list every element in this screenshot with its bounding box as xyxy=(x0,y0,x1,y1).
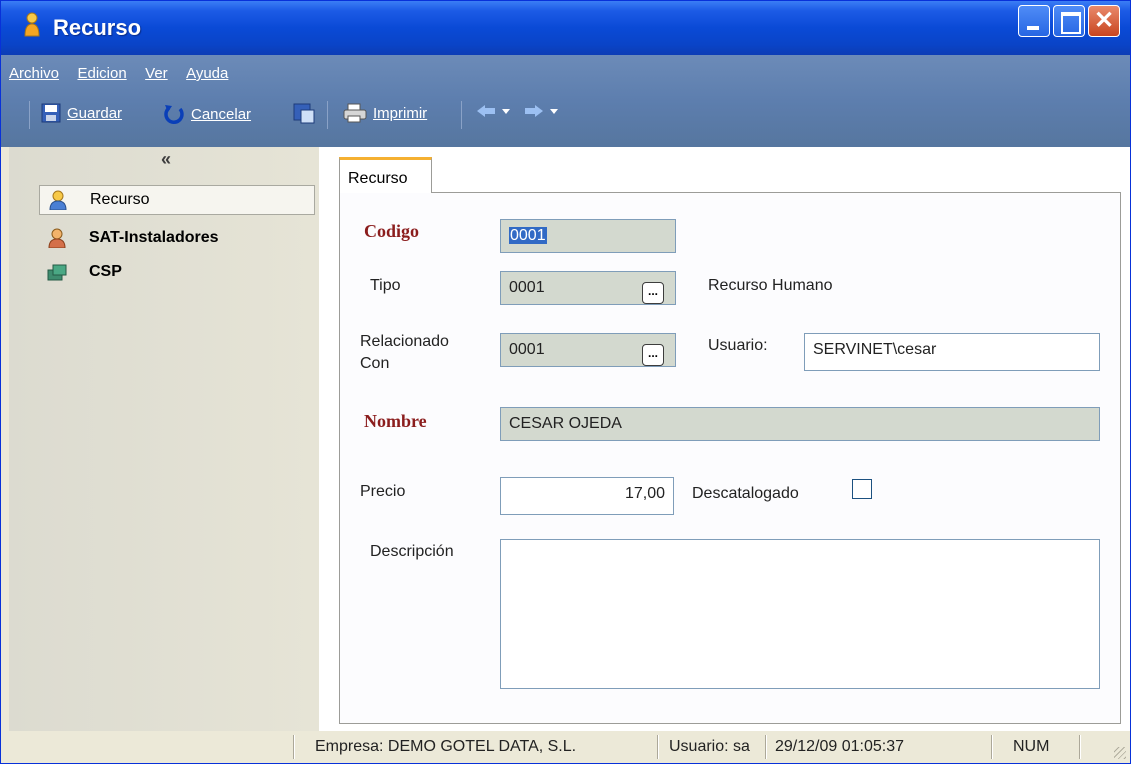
tipo-value: 0001 xyxy=(509,279,545,296)
cancelar-label: Cancelar xyxy=(191,105,252,123)
title-bar[interactable]: Recurso ✕ xyxy=(1,1,1130,55)
navigator-panel: « Recurso SAT-Instaladores CSP xyxy=(9,147,319,731)
status-num: NUM xyxy=(1013,738,1050,755)
maximize-button[interactable] xyxy=(1053,5,1085,37)
descripcion-label: Descripción xyxy=(370,543,454,560)
toolbar-grip xyxy=(29,101,30,129)
nav-item-label: CSP xyxy=(89,263,122,280)
descatalogado-checkbox[interactable] xyxy=(852,479,872,499)
nombre-field[interactable]: CESAR OJEDA xyxy=(500,407,1100,441)
guardar-button[interactable]: Guardar xyxy=(41,103,122,123)
precio-value: 17,00 xyxy=(624,485,665,502)
nombre-value: CESAR OJEDA xyxy=(509,415,622,432)
nav-item-label: Recurso xyxy=(90,191,150,208)
tipo-lookup-button[interactable]: ... xyxy=(642,282,664,304)
toolbar-separator xyxy=(461,101,462,129)
nav-item-csp[interactable]: CSP xyxy=(39,257,315,287)
window-title: Recurso xyxy=(53,15,142,40)
person-icon xyxy=(48,228,66,248)
undo-icon xyxy=(164,105,184,124)
person-icon xyxy=(49,190,67,210)
nombre-label: Nombre xyxy=(364,411,427,431)
usuario-label: Usuario: xyxy=(708,337,768,354)
imprimir-label: Imprimir xyxy=(373,104,428,122)
status-separator xyxy=(293,735,295,759)
status-separator xyxy=(991,735,993,759)
printer-icon xyxy=(343,103,367,123)
usuario-value: SERVINET\cesar xyxy=(813,341,937,358)
toolbar-separator xyxy=(327,101,328,129)
relacionado-label-line2: Con xyxy=(360,355,390,372)
guardar-label: Guardar xyxy=(67,104,123,122)
status-bar: Empresa: DEMO GOTEL DATA, S.L. Usuario: … xyxy=(9,731,1130,763)
menu-edicion[interactable]: Edicion xyxy=(77,65,126,82)
codigo-field[interactable]: 0001 xyxy=(500,219,676,253)
precio-label: Precio xyxy=(360,483,406,500)
precio-field[interactable]: 17,00 xyxy=(500,477,674,515)
tab-recurso[interactable]: Recurso xyxy=(339,157,432,193)
status-empresa: Empresa: DEMO GOTEL DATA, S.L. xyxy=(315,738,577,755)
menu-bar: Archivo Edicion Ver Ayuda xyxy=(9,65,242,89)
codigo-value: 0001 xyxy=(509,227,547,244)
arrow-right-icon xyxy=(525,105,558,117)
status-datetime: 29/12/09 01:05:37 xyxy=(775,738,905,755)
menu-archivo[interactable]: Archivo xyxy=(9,65,59,82)
nav-item-sat-instaladores[interactable]: SAT-Instaladores xyxy=(39,223,315,253)
minimize-button[interactable] xyxy=(1018,5,1050,37)
collapse-button[interactable]: « xyxy=(161,149,171,170)
status-separator xyxy=(765,735,767,759)
computer-icon xyxy=(47,264,67,281)
menu-ayuda[interactable]: Ayuda xyxy=(186,65,228,82)
content-area: Recurso Codigo 0001 Tipo 0001 ... Recurs… xyxy=(319,147,1130,731)
person-icon xyxy=(24,12,40,37)
toolbar: Guardar Cancelar Imprimir xyxy=(1,95,1130,133)
descatalogado-label: Descatalogado xyxy=(692,485,799,502)
status-separator xyxy=(1079,735,1081,759)
relacionado-lookup-button[interactable]: ... xyxy=(642,344,664,366)
menu-ver[interactable]: Ver xyxy=(145,65,168,82)
codigo-label: Codigo xyxy=(364,221,420,241)
arrow-left-icon xyxy=(477,105,510,117)
tipo-label: Tipo xyxy=(370,277,401,294)
descripcion-textarea[interactable] xyxy=(500,539,1100,689)
back-button[interactable] xyxy=(475,103,515,119)
status-separator xyxy=(657,735,659,759)
relacionado-value: 0001 xyxy=(509,341,545,358)
close-icon: ✕ xyxy=(1093,7,1115,34)
tipo-description: Recurso Humano xyxy=(708,277,833,294)
form-panel: Codigo 0001 Tipo 0001 ... Recurso Humano… xyxy=(339,192,1121,724)
save-icon xyxy=(41,103,61,123)
resize-grip[interactable] xyxy=(1114,747,1126,759)
save-as-button[interactable] xyxy=(293,103,321,125)
imprimir-button[interactable]: Imprimir xyxy=(343,103,427,123)
nav-item-recurso[interactable]: Recurso xyxy=(39,185,315,215)
forward-button[interactable] xyxy=(523,103,563,119)
cancelar-button[interactable]: Cancelar xyxy=(163,103,251,125)
close-button[interactable]: ✕ xyxy=(1088,5,1120,37)
status-usuario: Usuario: sa xyxy=(669,738,750,755)
relacionado-label-line1: Relacionado xyxy=(360,333,449,350)
menu-toolbar-area: Archivo Edicion Ver Ayuda Guardar Cancel… xyxy=(1,55,1130,147)
nav-item-label: SAT-Instaladores xyxy=(89,229,219,246)
usuario-field[interactable]: SERVINET\cesar xyxy=(804,333,1100,371)
save-as-icon xyxy=(293,103,315,124)
application-window: Recurso ✕ Archivo Edicion Ver Ayuda Guar… xyxy=(0,0,1131,764)
